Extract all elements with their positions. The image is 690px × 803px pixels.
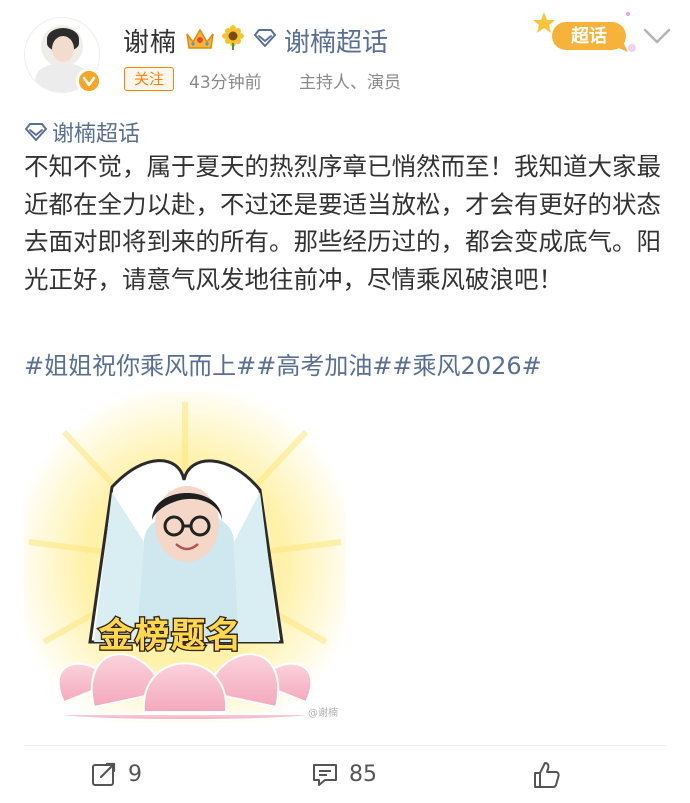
post-image[interactable]: 金榜题名 金榜题名 @谢楠 [24, 392, 346, 722]
post-body: 不知不觉，属于夏天的热烈序章已悄然而至！我知道大家最近都在全力以赴，不过还是要适… [24, 152, 661, 294]
repost-icon [92, 762, 116, 786]
diamond-icon [25, 123, 47, 141]
like-button[interactable] [531, 760, 571, 790]
repost-count: 9 [128, 761, 142, 787]
chaohua-badge[interactable]: 超话 [532, 8, 638, 56]
sticker-caption-fill: 金榜题名 [99, 616, 243, 656]
post-topic-link[interactable]: 谢楠超话 [24, 116, 140, 148]
chevron-down-icon[interactable] [641, 26, 673, 46]
hashtag-links[interactable]: #姐姐祝你乘风而上##高考加油##乘风2026# [24, 346, 542, 381]
topic-name-link[interactable]: 谢楠超话 [284, 22, 388, 59]
diamond-icon [254, 29, 276, 47]
sticker-graphic [24, 392, 346, 722]
post-topic-label: 谢楠超话 [52, 122, 141, 147]
repost-button[interactable]: 9 [90, 760, 142, 788]
like-icon [534, 762, 560, 788]
user-role: 主持人、演员 [299, 73, 401, 93]
comment-count: 85 [349, 761, 377, 787]
comment-icon [313, 764, 337, 786]
post-time: 43分钟前 [189, 73, 262, 93]
comment-button[interactable]: 85 [311, 760, 377, 788]
verified-badge-icon [76, 68, 102, 94]
action-divider [24, 745, 666, 746]
sunflower-icon [222, 25, 244, 50]
image-watermark: @谢楠 [308, 708, 338, 719]
follow-tag[interactable]: 关注 [124, 67, 174, 91]
user-name[interactable]: 谢楠 [123, 22, 177, 59]
chaohua-badge-text: 超话 [571, 25, 607, 47]
post-header: 谢楠 谢楠超话 关注 43分钟前 主持人、演员 超话 [0, 0, 690, 110]
crown-icon [186, 28, 214, 49]
